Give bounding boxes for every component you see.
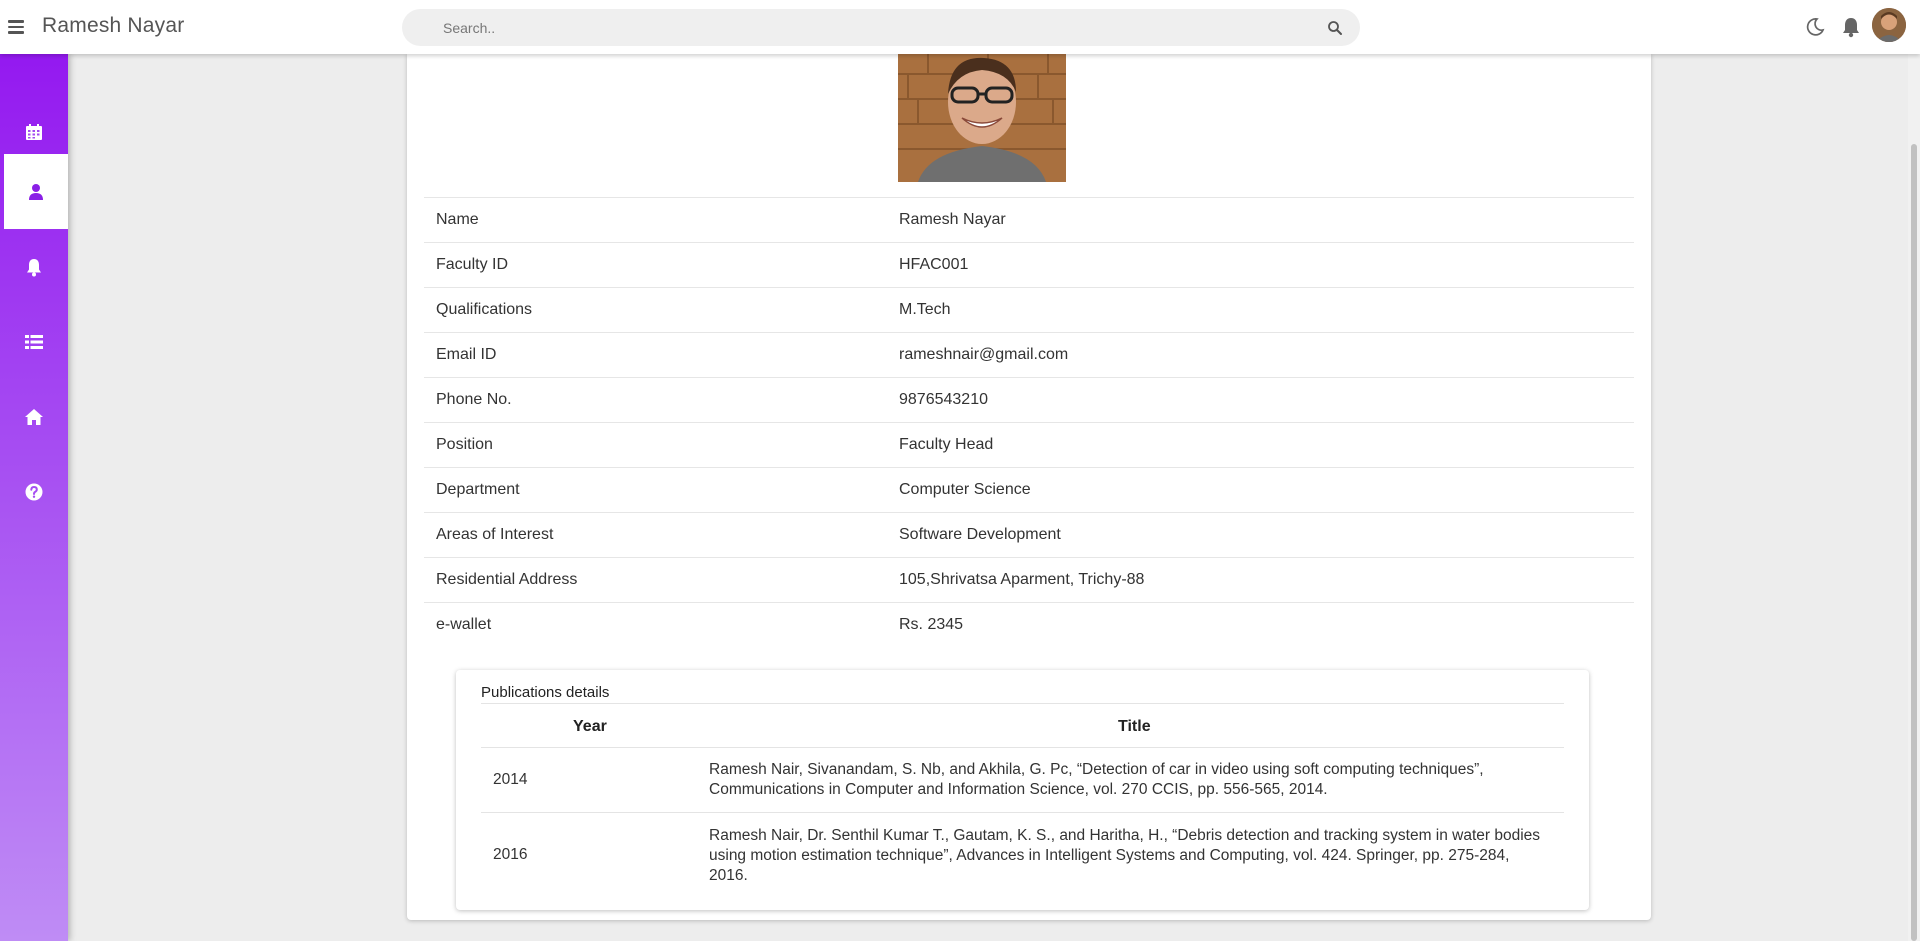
- detail-value: 105,Shrivatsa Aparment, Trichy-88: [899, 571, 1145, 588]
- search-icon[interactable]: [1327, 20, 1343, 36]
- sidebar-nav: [0, 54, 68, 941]
- search-input[interactable]: [402, 9, 1360, 46]
- detail-value: Rs. 2345: [899, 616, 964, 633]
- profile-details-table: Name Ramesh Nayar Faculty ID HFAC001 Qua…: [424, 197, 1634, 647]
- detail-label: Areas of Interest: [436, 526, 554, 543]
- detail-label: Position: [436, 436, 493, 453]
- column-header-title: Title: [1118, 718, 1151, 735]
- app-title: Ramesh Nayar: [42, 14, 185, 37]
- user-icon: [29, 183, 43, 200]
- detail-value: 9876543210: [899, 391, 988, 408]
- detail-row-phone: Phone No. 9876543210: [424, 377, 1634, 422]
- detail-label: Phone No.: [436, 391, 512, 408]
- publication-title: Ramesh Nair, Sivanandam, S. Nb, and Akhi…: [709, 761, 1484, 798]
- home-icon: [25, 408, 43, 425]
- sidebar-item-profile[interactable]: [4, 154, 68, 229]
- detail-label: Name: [436, 211, 479, 228]
- detail-row-faculty-id: Faculty ID HFAC001: [424, 242, 1634, 287]
- publication-year: 2016: [493, 846, 528, 863]
- detail-value: Computer Science: [899, 481, 1031, 498]
- detail-row-email: Email ID rameshnair@gmail.com: [424, 332, 1634, 377]
- calendar-icon: [26, 123, 42, 140]
- detail-label: Faculty ID: [436, 256, 509, 273]
- detail-row-areas-of-interest: Areas of Interest Software Development: [424, 512, 1634, 557]
- publication-row: 2016 Ramesh Nair, Dr. Senthil Kumar T., …: [481, 813, 1564, 899]
- detail-label: Residential Address: [436, 571, 578, 588]
- column-header-year: Year: [573, 718, 607, 735]
- detail-label: Department: [436, 481, 520, 498]
- publication-title: Ramesh Nair, Dr. Senthil Kumar T., Gauta…: [709, 827, 1541, 884]
- detail-value: Ramesh Nayar: [899, 211, 1006, 228]
- detail-value: Software Development: [899, 526, 1061, 543]
- sidebar-item-help[interactable]: [0, 454, 68, 529]
- detail-row-e-wallet: e-wallet Rs. 2345: [424, 602, 1634, 647]
- page-scrollbar[interactable]: [1908, 54, 1920, 941]
- help-icon: [25, 483, 43, 500]
- scrollbar-thumb[interactable]: [1911, 144, 1917, 941]
- detail-value: M.Tech: [899, 301, 951, 318]
- profile-photo: [898, 54, 1066, 182]
- top-app-bar: Ramesh Nayar: [0, 0, 1920, 54]
- dark-mode-moon-icon[interactable]: [1804, 16, 1826, 38]
- detail-label: e-wallet: [436, 616, 492, 633]
- notification-bell-icon[interactable]: [1840, 16, 1862, 38]
- publications-table: Year Title 2014 Ramesh Nair, Sivanandam,…: [481, 703, 1564, 899]
- detail-row-department: Department Computer Science: [424, 467, 1634, 512]
- list-icon: [25, 334, 43, 349]
- publications-header-row: Year Title: [481, 703, 1564, 748]
- detail-row-position: Position Faculty Head: [424, 422, 1634, 467]
- detail-row-address: Residential Address 105,Shrivatsa Aparme…: [424, 557, 1634, 602]
- hamburger-menu-icon[interactable]: [8, 17, 26, 37]
- detail-label: Qualifications: [436, 301, 533, 318]
- profile-card: Name Ramesh Nayar Faculty ID HFAC001 Qua…: [407, 54, 1651, 920]
- detail-value: rameshnair@gmail.com: [899, 346, 1069, 363]
- detail-row-qualifications: Qualifications M.Tech: [424, 287, 1634, 332]
- sidebar-item-list[interactable]: [0, 304, 68, 379]
- sidebar-item-notifications[interactable]: [0, 229, 68, 304]
- bell-icon: [27, 258, 41, 276]
- publication-year: 2014: [493, 771, 528, 788]
- detail-row-name: Name Ramesh Nayar: [424, 197, 1634, 242]
- publications-title: Publications details: [481, 684, 610, 701]
- detail-label: Email ID: [436, 346, 497, 363]
- detail-value: HFAC001: [899, 256, 969, 273]
- publications-card: Publications details Year Title 2014 Ram…: [456, 670, 1589, 910]
- publication-row: 2014 Ramesh Nair, Sivanandam, S. Nb, and…: [481, 748, 1564, 813]
- search-bar[interactable]: [402, 9, 1360, 46]
- user-avatar[interactable]: [1872, 8, 1906, 42]
- sidebar-item-home[interactable]: [0, 379, 68, 454]
- detail-value: Faculty Head: [899, 436, 994, 453]
